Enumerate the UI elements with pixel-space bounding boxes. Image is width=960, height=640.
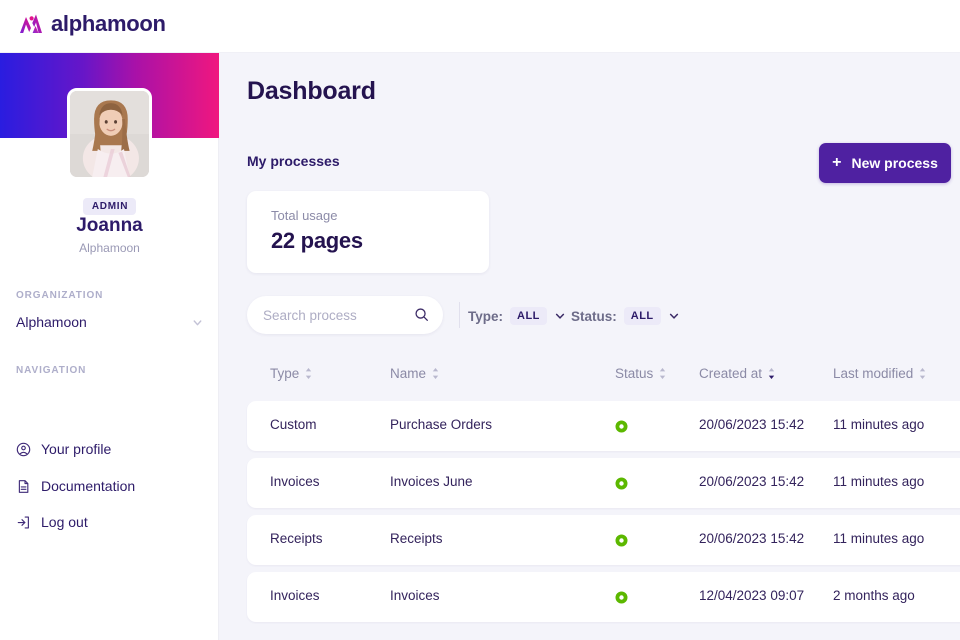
column-header-type[interactable]: Type — [270, 366, 313, 381]
top-bar: alphamoon — [0, 0, 960, 53]
chevron-down-icon — [191, 316, 204, 329]
table-row[interactable]: Invoices Invoices 12/04/2023 09:07 2 mon… — [247, 572, 960, 622]
brand-logo[interactable]: alphamoon — [18, 11, 166, 37]
cell-last-modified: 11 minutes ago — [833, 531, 925, 546]
cell-created-at: 20/06/2023 15:42 — [699, 531, 805, 546]
status-badge — [615, 420, 628, 433]
column-header-created-at[interactable]: Created at — [699, 366, 776, 381]
organization-name: Alphamoon — [16, 314, 87, 330]
status-badge — [615, 591, 628, 604]
cell-type: Receipts — [270, 531, 323, 546]
sidebar-item-label: Your profile — [41, 441, 112, 457]
app-root: alphamoon ADMIN Joanna Alphamoon ORGANIZ… — [0, 0, 960, 640]
column-label: Created at — [699, 366, 763, 381]
cell-created-at: 20/06/2023 15:42 — [699, 474, 805, 489]
sort-chevrons-icon — [304, 367, 313, 380]
navigation-section-label: NAVIGATION — [16, 365, 87, 376]
total-usage-label: Total usage — [271, 208, 338, 223]
cell-last-modified: 2 months ago — [833, 588, 915, 603]
chevron-down-icon — [668, 310, 680, 322]
user-circle-icon — [16, 442, 31, 457]
avatar — [67, 88, 152, 180]
cell-created-at: 12/04/2023 09:07 — [699, 588, 805, 603]
filter-status[interactable]: Status: ALL — [571, 305, 680, 327]
plus-icon: + — [832, 154, 842, 171]
sort-chevrons-icon — [767, 367, 776, 380]
sort-chevrons-icon — [658, 367, 667, 380]
alphamoon-logo-mark-icon — [18, 11, 46, 37]
status-badge — [615, 477, 628, 490]
role-badge-label: ADMIN — [82, 198, 137, 215]
filter-type-value: ALL — [510, 307, 547, 325]
column-header-status[interactable]: Status — [615, 366, 667, 381]
filter-status-label: Status: — [571, 308, 617, 324]
sort-chevrons-icon — [431, 367, 440, 380]
table-header: Type Name Status Created at Last modifie… — [247, 351, 960, 401]
user-name: Joanna — [76, 215, 143, 236]
page-title: Dashboard — [247, 77, 376, 105]
status-badge — [615, 534, 628, 547]
section-title: My processes — [247, 153, 340, 169]
logout-icon — [16, 515, 31, 530]
organization-section-label: ORGANIZATION — [16, 290, 104, 301]
cell-name: Purchase Orders — [390, 417, 493, 432]
total-usage-value: 22 pages — [271, 228, 363, 253]
new-process-button-label: New process — [851, 155, 938, 171]
chevron-down-icon — [554, 310, 566, 322]
document-icon — [16, 479, 31, 494]
column-header-last-modified[interactable]: Last modified — [833, 366, 927, 381]
cell-name: Invoices June — [390, 474, 473, 489]
cell-type: Custom — [270, 417, 317, 432]
cell-last-modified: 11 minutes ago — [833, 474, 925, 489]
column-label: Name — [390, 366, 427, 381]
table-row[interactable]: Invoices Invoices June 20/06/2023 15:42 … — [247, 458, 960, 508]
cell-type: Invoices — [270, 474, 320, 489]
sidebar: ADMIN Joanna Alphamoon ORGANIZATION Alph… — [0, 53, 219, 640]
search-box — [247, 296, 443, 334]
organization-selector[interactable]: Alphamoon — [16, 310, 204, 334]
filter-type[interactable]: Type: ALL — [468, 305, 566, 327]
column-label: Type — [270, 366, 300, 381]
filter-type-label: Type: — [468, 308, 504, 324]
sidebar-item-documentation[interactable]: Documentation — [16, 474, 206, 498]
search-input[interactable] — [263, 296, 413, 334]
cell-name: Invoices — [390, 588, 440, 603]
user-organization: Alphamoon — [79, 241, 140, 255]
sidebar-item-log-out[interactable]: Log out — [16, 510, 206, 534]
role-badge: ADMIN — [0, 196, 219, 215]
new-process-button[interactable]: + New process — [819, 143, 951, 183]
cell-last-modified: 11 minutes ago — [833, 417, 925, 432]
cell-type: Invoices — [270, 588, 320, 603]
filter-status-value: ALL — [623, 307, 661, 325]
sidebar-item-label: Documentation — [41, 478, 136, 494]
filter-divider — [459, 302, 460, 328]
main-content: Dashboard My processes + New process Tot… — [219, 53, 960, 640]
sidebar-item-your-profile[interactable]: Your profile — [16, 437, 206, 461]
table-row[interactable]: Custom Purchase Orders 20/06/2023 15:42 … — [247, 401, 960, 451]
column-label: Status — [615, 366, 654, 381]
cell-created-at: 20/06/2023 15:42 — [699, 417, 805, 432]
total-usage-card: Total usage 22 pages — [247, 191, 489, 273]
brand-name: alphamoon — [51, 11, 166, 36]
sidebar-item-label: Log out — [41, 514, 88, 530]
sort-chevrons-icon — [918, 367, 927, 380]
column-header-name[interactable]: Name — [390, 366, 440, 381]
cell-name: Receipts — [390, 531, 443, 546]
column-label: Last modified — [833, 366, 914, 381]
table-row[interactable]: Receipts Receipts 20/06/2023 15:42 11 mi… — [247, 515, 960, 565]
